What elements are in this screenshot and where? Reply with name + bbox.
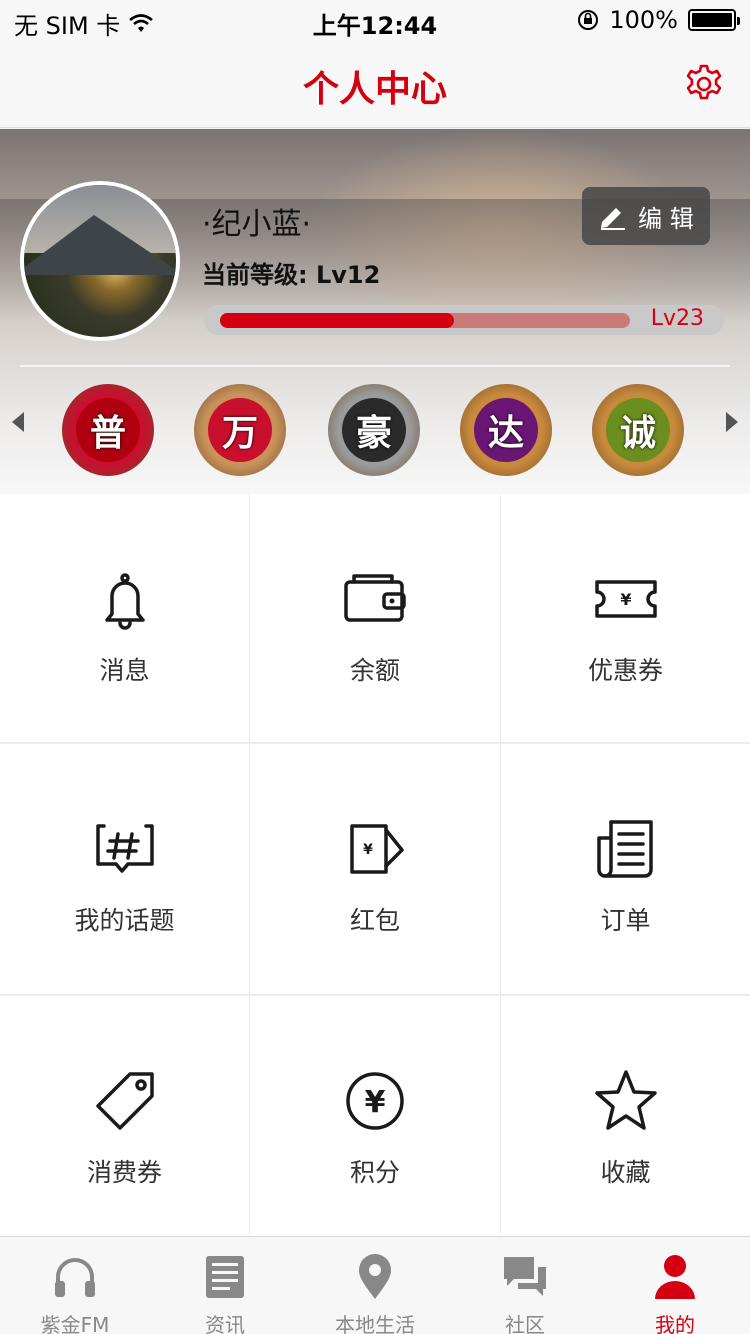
svg-text:¥: ¥: [363, 842, 373, 858]
grid-item-6[interactable]: 订单: [501, 744, 750, 994]
level-progress-fill: [220, 313, 454, 328]
grid-item-label: 消费券: [86, 1158, 162, 1187]
tab-5[interactable]: 我的: [600, 1237, 750, 1334]
battery-percent: 100%: [609, 6, 678, 34]
location-icon: [359, 1254, 391, 1299]
news-icon: [206, 1256, 244, 1298]
tab-3[interactable]: 本地生活: [300, 1237, 450, 1334]
grid-item-8[interactable]: ¥ 积分: [250, 996, 500, 1238]
tab-label: 本地生活: [335, 1313, 415, 1334]
next-level: Lv23: [650, 306, 704, 331]
tab-label: 社区: [505, 1313, 545, 1334]
grid-item-9[interactable]: 收藏: [501, 996, 750, 1238]
tab-label: 紫金FM: [40, 1313, 110, 1334]
topic-icon: [95, 824, 154, 873]
badge-2[interactable]: 万: [190, 380, 290, 480]
gear-icon[interactable]: [682, 62, 726, 106]
grid-item-label: 红包: [349, 906, 400, 935]
level-progress-bar: Lv23: [204, 305, 724, 335]
level-value: Lv12: [315, 261, 381, 289]
svg-text:¥: ¥: [620, 590, 631, 609]
grid-item-label: 收藏: [600, 1158, 651, 1187]
star-icon: [594, 1070, 657, 1130]
badge-char: 普: [76, 398, 140, 462]
points-icon: ¥: [346, 1072, 404, 1130]
carousel-left-arrow[interactable]: [12, 412, 24, 432]
grid-item-5[interactable]: ¥ 红包: [250, 744, 500, 994]
edit-label: 编 辑: [638, 204, 694, 233]
red-envelope-icon: ¥: [350, 824, 404, 874]
order-icon: [596, 820, 653, 878]
grid-item-1[interactable]: 消息: [0, 494, 249, 742]
user-icon: [655, 1255, 695, 1299]
grid-item-2[interactable]: 余额: [250, 494, 500, 742]
bell-icon: [104, 573, 145, 630]
badge-char: 万: [208, 398, 272, 462]
tab-label: 资讯: [205, 1313, 245, 1334]
badge-1[interactable]: 普: [58, 380, 158, 480]
chat-icon: [504, 1257, 546, 1296]
edit-button[interactable]: 编 辑: [582, 187, 710, 245]
badge-char: 诚: [606, 398, 670, 462]
wallet-icon: [344, 574, 406, 622]
badge-4[interactable]: 达: [456, 380, 556, 480]
grid-item-7[interactable]: 消费券: [0, 996, 249, 1238]
current-level: 当前等级: Lv12: [202, 255, 380, 290]
grid-item-label: 消息: [99, 656, 150, 685]
profile-header: ·纪小蓝· 当前等级: Lv12 编 辑 Lv23 普 万 豪 达 诚: [0, 129, 750, 494]
badge-3[interactable]: 豪: [324, 380, 424, 480]
level-label: 当前等级:: [202, 261, 316, 289]
grid-item-3[interactable]: ¥ 优惠券: [501, 494, 750, 742]
grid-item-label: 积分: [349, 1158, 400, 1187]
grid-item-label: 我的话题: [74, 906, 175, 935]
tab-1[interactable]: 紫金FM: [0, 1237, 150, 1334]
grid-item-label: 订单: [600, 906, 651, 935]
avatar[interactable]: [20, 181, 180, 341]
svg-text:¥: ¥: [365, 1085, 386, 1120]
coupon-icon: ¥: [594, 580, 657, 618]
badge-char: 豪: [342, 398, 406, 462]
divider: [20, 365, 730, 367]
pencil-icon: [601, 208, 626, 230]
page-title: 个人中心: [302, 69, 447, 110]
headphones-icon: [55, 1258, 95, 1297]
badge-carousel: 普万豪达诚: [0, 374, 750, 489]
battery-icon: [688, 9, 740, 31]
grid-item-label: 优惠券: [587, 656, 663, 685]
nav-bar: 个人中心: [0, 40, 750, 128]
username: ·纪小蓝·: [202, 207, 312, 242]
tab-2[interactable]: 资讯: [150, 1237, 300, 1334]
badge-5[interactable]: 诚: [588, 380, 688, 480]
status-bar: 无 SIM 卡 上午12:44 100%: [0, 0, 750, 40]
tab-label: 我的: [655, 1313, 695, 1334]
rotation-lock-icon: [578, 10, 599, 30]
tag-icon: [95, 1072, 154, 1130]
carousel-right-arrow[interactable]: [726, 412, 738, 432]
badge-char: 达: [474, 398, 538, 462]
grid-item-label: 余额: [349, 656, 400, 685]
feature-grid: 消息 余额 ¥ 优惠券我的话题 ¥ 红包 订单消费券 ¥ 积分 收藏: [0, 494, 750, 1238]
grid-item-4[interactable]: 我的话题: [0, 744, 249, 994]
tab-bar: 紫金FM 资讯 本地生活 社区 我的: [0, 1236, 750, 1334]
tab-4[interactable]: 社区: [450, 1237, 600, 1334]
